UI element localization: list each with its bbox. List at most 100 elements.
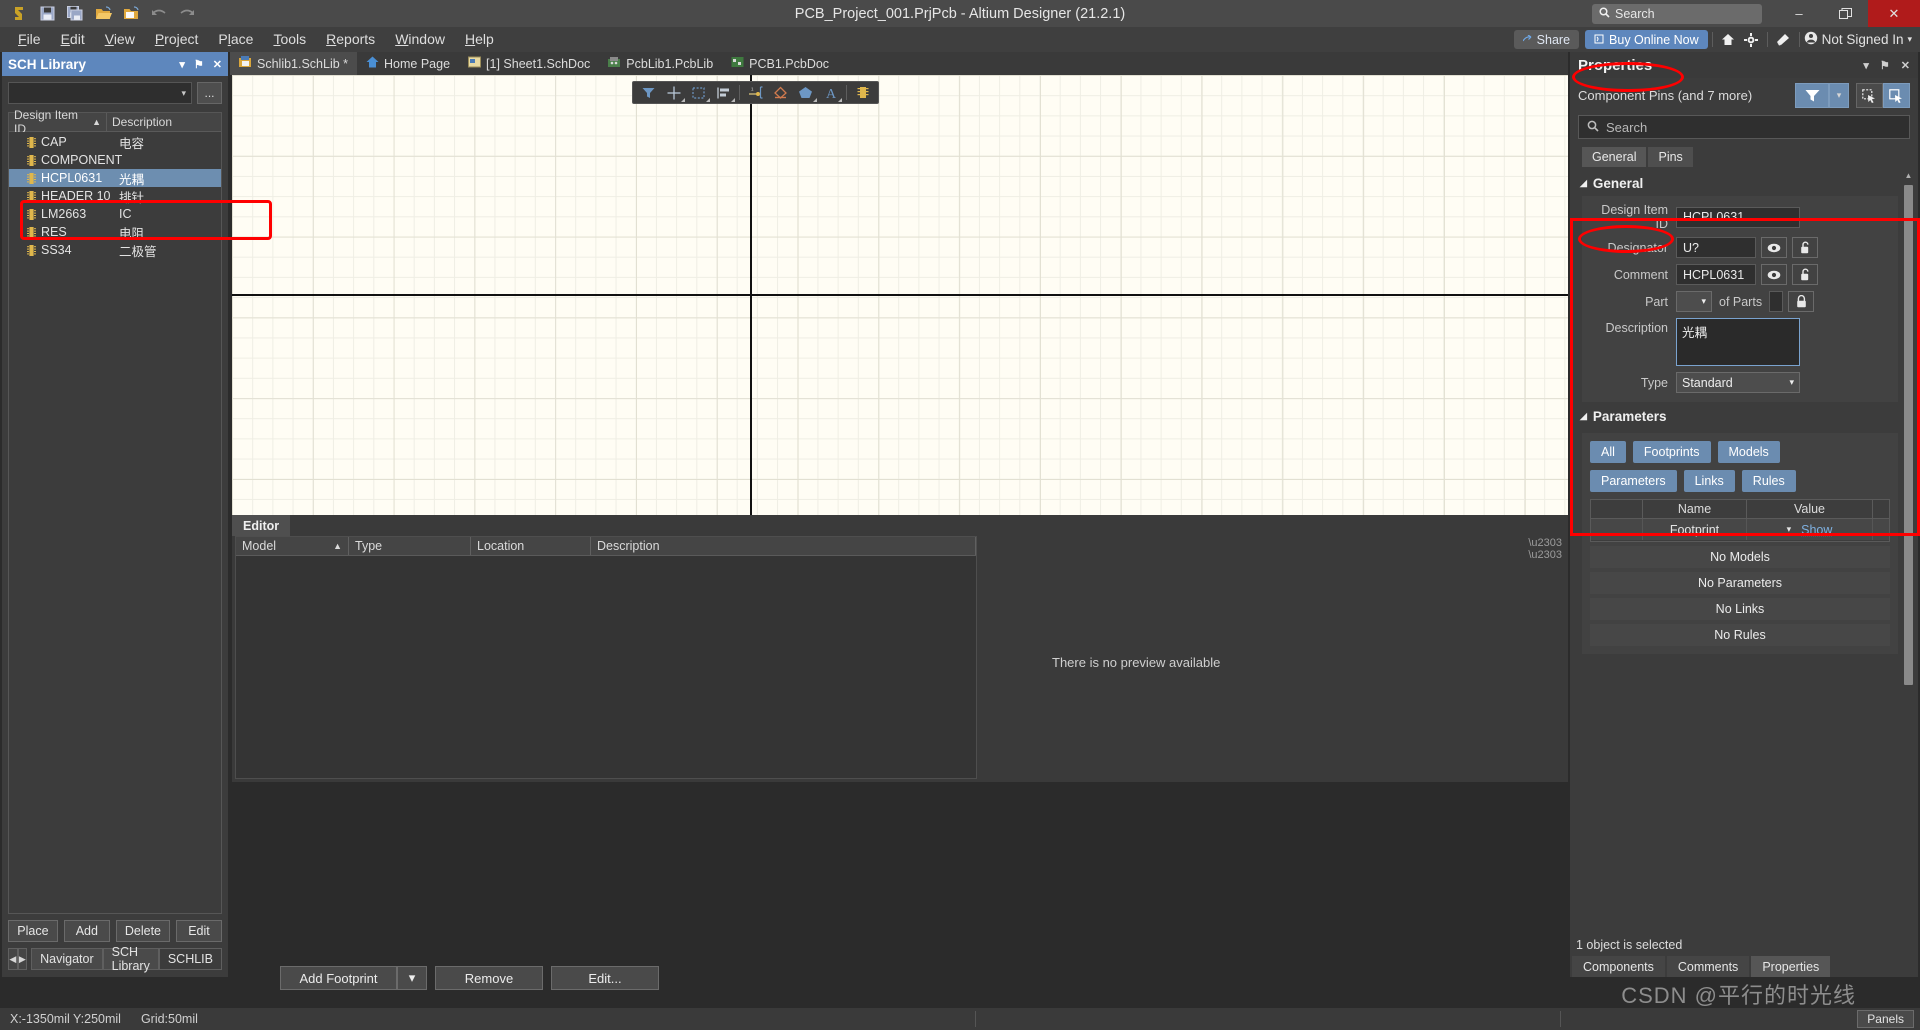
list-item[interactable]: CAP 电容 [9, 133, 221, 151]
model-table-body[interactable] [236, 556, 976, 778]
undo-icon[interactable] [146, 2, 172, 25]
list-item[interactable]: SS34 二极管 [9, 241, 221, 259]
panel-tab-sch-library[interactable]: SCH Library [102, 945, 159, 973]
document-tab[interactable]: [1] Sheet1.SchDoc [459, 52, 599, 75]
menu-view[interactable]: View [95, 27, 145, 52]
place-polygon-icon[interactable] [793, 83, 818, 103]
eye-icon[interactable] [1761, 264, 1787, 285]
library-browse-button[interactable]: ... [197, 82, 222, 104]
select-rectangle-icon[interactable] [686, 83, 711, 103]
scroll-right-button[interactable]: ▶ [17, 948, 28, 970]
menu-place[interactable]: Place [208, 27, 263, 52]
menu-edit[interactable]: Edit [51, 27, 95, 52]
filter-dropdown-button[interactable]: ▾ [1829, 83, 1849, 108]
close-icon[interactable]: ✕ [1901, 59, 1910, 72]
show-link[interactable]: Show [1801, 523, 1832, 537]
home-icon[interactable] [1717, 29, 1740, 51]
gear-icon[interactable] [1740, 29, 1763, 51]
add-button[interactable]: Add [63, 920, 110, 942]
description-textarea[interactable]: 光耦 [1676, 318, 1800, 366]
add-footprint-button[interactable]: Add Footprint [280, 966, 397, 990]
document-tab[interactable]: Schlib1.SchLib * [230, 52, 358, 75]
properties-search-input[interactable]: Search [1578, 115, 1910, 139]
filter-icon[interactable] [636, 83, 661, 103]
chip-rules[interactable]: Rules [1741, 470, 1796, 492]
column-header-type[interactable]: Type [349, 537, 471, 555]
column-header-description[interactable]: Description [107, 113, 221, 131]
panels-button[interactable]: Panels [1857, 1010, 1914, 1028]
chip-links[interactable]: Links [1683, 470, 1735, 492]
bottom-tab-components[interactable]: Components [1572, 956, 1665, 977]
comment-input[interactable]: HCPL0631 [1676, 264, 1756, 285]
align-icon[interactable] [711, 83, 736, 103]
lock-icon[interactable] [1788, 291, 1815, 312]
save-all-icon[interactable] [62, 2, 88, 25]
delete-button[interactable]: Delete [115, 920, 170, 942]
place-text-icon[interactable]: A [818, 83, 843, 103]
list-item[interactable]: COMPONENT [9, 151, 221, 169]
type-select[interactable]: Standard ▾ [1676, 372, 1800, 393]
tab-general[interactable]: General [1582, 147, 1647, 167]
parameters-section-title[interactable]: ◢ Parameters [1570, 402, 1918, 429]
row-checkbox-cell[interactable] [1591, 519, 1643, 540]
menu-tools[interactable]: Tools [263, 27, 316, 52]
designator-input[interactable]: U? [1676, 237, 1756, 258]
document-tab[interactable]: Home Page [357, 52, 459, 75]
properties-scrollbar[interactable]: ▲ [1904, 171, 1913, 731]
select-inside-icon[interactable] [1883, 83, 1910, 108]
extensions-icon[interactable] [1772, 29, 1795, 51]
close-button[interactable]: ✕ [1868, 0, 1920, 27]
chip-all[interactable]: All [1590, 441, 1626, 463]
edit-button[interactable]: Edit [176, 920, 222, 942]
list-item[interactable]: RES 电阻 [9, 223, 221, 241]
menu-file[interactable]: FFileile [8, 27, 51, 52]
chevron-down-icon[interactable]: ▾ [1863, 59, 1869, 72]
remove-button[interactable]: Remove [435, 966, 543, 990]
bottom-tab-comments[interactable]: Comments [1666, 956, 1750, 977]
design-item-id-input[interactable]: HCPL0631 [1676, 206, 1800, 228]
unlock-icon[interactable] [1792, 237, 1818, 258]
redo-icon[interactable] [174, 2, 200, 25]
minimize-button[interactable]: – [1776, 0, 1822, 27]
chip-models[interactable]: Models [1717, 441, 1780, 463]
place-part-icon[interactable] [850, 83, 875, 103]
panel-tab-navigator[interactable]: Navigator [31, 948, 103, 970]
open-icon[interactable] [90, 2, 116, 25]
scroll-up-icon[interactable]: ▲ [1904, 171, 1913, 180]
tab-editor[interactable]: Editor [232, 515, 291, 536]
share-button[interactable]: Share [1513, 30, 1580, 49]
list-item[interactable]: HCPL0631 光耦 [9, 169, 221, 187]
close-icon[interactable]: ✕ [213, 58, 222, 71]
place-pin-icon[interactable]: 1 [743, 83, 768, 103]
list-item[interactable]: HEADER 10 排针 [9, 187, 221, 205]
crosshair-icon[interactable] [661, 83, 686, 103]
pin-icon[interactable]: ⚑ [1880, 59, 1890, 72]
column-header-design-item-id[interactable]: Design Item ID ▲ [9, 108, 107, 136]
chip-parameters[interactable]: Parameters [1590, 470, 1677, 492]
column-header-name[interactable]: Name [1643, 500, 1747, 518]
chevron-down-icon[interactable]: ▾ [1787, 524, 1792, 535]
menu-window[interactable]: Window [385, 27, 455, 52]
document-tab[interactable]: PcbLib1.PcbLib [599, 52, 722, 75]
menu-help[interactable]: Help [455, 27, 504, 52]
unlock-icon[interactable] [1792, 264, 1818, 285]
filter-icon[interactable] [1795, 83, 1829, 108]
collapse-panel-icon[interactable]: \u2303 \u2303 [1528, 537, 1562, 561]
bottom-tab-properties[interactable]: Properties [1751, 956, 1831, 977]
library-select[interactable]: ▾ [8, 82, 192, 104]
list-item[interactable]: LM2663 IC [9, 205, 221, 223]
chip-footprints[interactable]: Footprints [1632, 441, 1711, 463]
chevron-down-icon[interactable]: ▾ [179, 58, 185, 71]
global-search-box[interactable]: Search [1592, 3, 1762, 24]
open-project-icon[interactable] [118, 2, 144, 25]
place-button[interactable]: Place [8, 920, 58, 942]
add-footprint-dropdown[interactable]: ▾ [397, 966, 427, 990]
edit-footprint-button[interactable]: Edit... [551, 966, 659, 990]
column-header-model[interactable]: Model ▲ [236, 537, 349, 555]
menu-project[interactable]: Project [145, 27, 209, 52]
column-header-value[interactable]: Value [1747, 500, 1873, 518]
table-row[interactable]: Footprint ▾ Show [1591, 519, 1889, 541]
place-line-icon[interactable] [768, 83, 793, 103]
schematic-library-canvas[interactable] [232, 75, 1568, 515]
scrollbar-thumb[interactable] [1904, 185, 1913, 685]
